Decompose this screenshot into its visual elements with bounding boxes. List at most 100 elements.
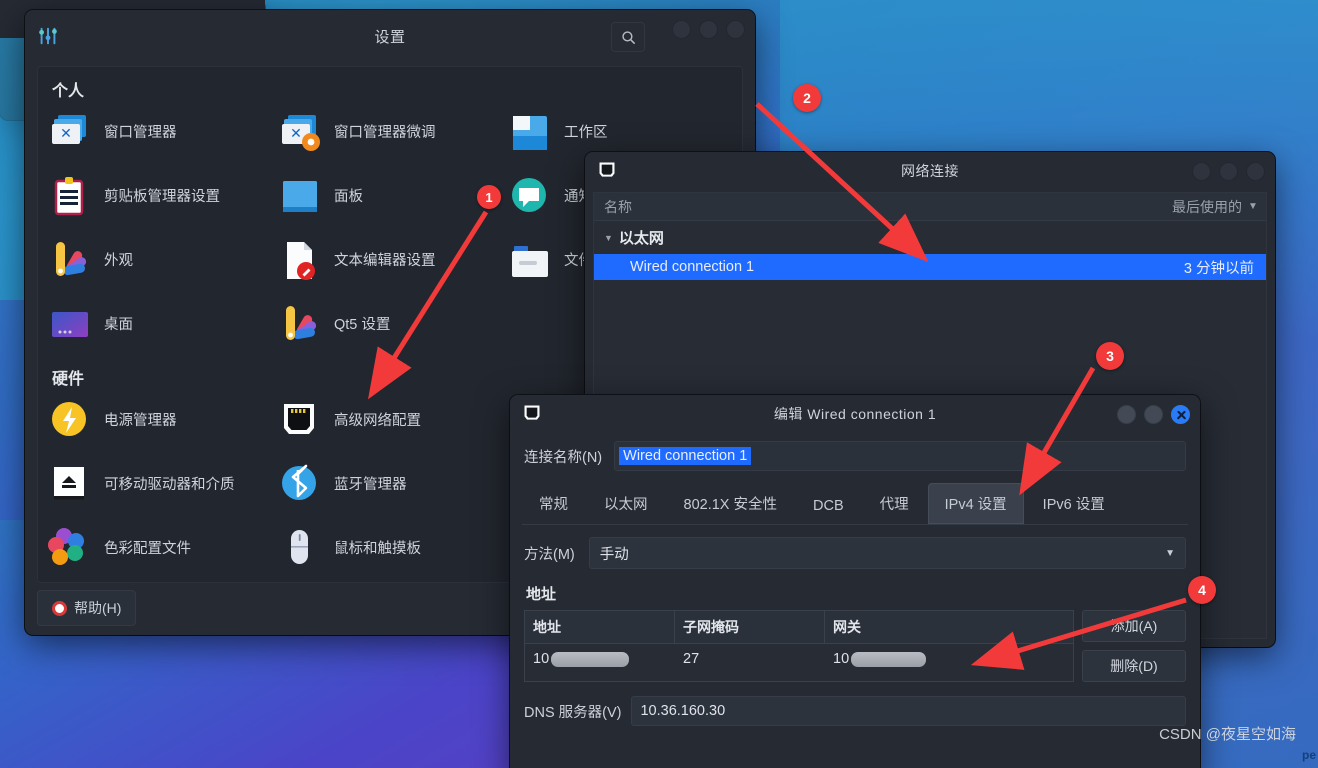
annotation-badge-4: 4 bbox=[1188, 576, 1216, 604]
minimize-icon[interactable] bbox=[1192, 161, 1211, 181]
settings-item-window-manager-tweaks[interactable]: ✕ 窗口管理器微调 bbox=[278, 107, 508, 159]
redaction-bar bbox=[551, 651, 630, 667]
close-icon[interactable] bbox=[1171, 404, 1190, 424]
help-ring-icon bbox=[52, 600, 67, 616]
settings-item-appearance[interactable]: 外观 bbox=[48, 235, 278, 287]
edit-dialog-buttons[interactable] bbox=[1117, 395, 1190, 433]
color-profiles-icon bbox=[48, 526, 94, 572]
group-header-personal: 个人 bbox=[52, 83, 85, 100]
netmask-cell[interactable]: 27 bbox=[675, 651, 825, 667]
addresses-table-header: 地址 子网掩码 网关 bbox=[525, 611, 1073, 644]
gateway-cell[interactable]: 10 bbox=[825, 651, 1073, 667]
chevron-down-icon[interactable]: ▼ bbox=[1248, 201, 1266, 212]
method-value: 手动 bbox=[599, 546, 629, 563]
settings-item-label: 窗口管理器微调 bbox=[334, 124, 436, 141]
close-icon[interactable] bbox=[1246, 161, 1265, 181]
svg-text:✕: ✕ bbox=[290, 125, 302, 141]
tab-general[interactable]: 常规 bbox=[522, 483, 585, 524]
settings-item-text-editor[interactable]: 文本编辑器设置 bbox=[278, 235, 508, 287]
address-buttons: 添加(A) 删除(D) bbox=[1082, 610, 1186, 682]
edit-dialog-tabs: 常规 以太网 802.1X 安全性 DCB 代理 IPv4 设置 IPv6 设置 bbox=[522, 483, 1188, 525]
network-window-buttons[interactable] bbox=[1192, 152, 1265, 190]
tab-ethernet[interactable]: 以太网 bbox=[587, 483, 665, 524]
settings-item-mouse-touchpad[interactable]: 鼠标和触摸板 bbox=[278, 523, 508, 575]
network-titlebar[interactable]: 网络连接 bbox=[585, 152, 1275, 190]
settings-item-label: 鼠标和触摸板 bbox=[334, 540, 421, 557]
search-icon[interactable] bbox=[611, 22, 645, 52]
caret-down-icon: ▼ bbox=[1165, 547, 1175, 559]
tab-proxy[interactable]: 代理 bbox=[863, 483, 926, 524]
settings-item-removable-media[interactable]: 可移动驱动器和介质 bbox=[48, 459, 278, 511]
help-button[interactable]: 帮助(H) bbox=[37, 590, 137, 626]
edit-dialog-titlebar[interactable]: 编辑 Wired connection 1 bbox=[510, 395, 1200, 433]
settings-window-buttons[interactable] bbox=[672, 10, 745, 48]
connection-group-ethernet[interactable]: ▼ 以太网 bbox=[594, 221, 1266, 254]
settings-item-clipboard[interactable]: 剪贴板管理器设置 bbox=[48, 171, 278, 223]
settings-item-qt5-settings[interactable]: Qt5 设置 bbox=[278, 299, 508, 351]
addresses-table[interactable]: 地址 子网掩码 网关 10 27 10 bbox=[524, 610, 1074, 682]
column-header-name[interactable]: 名称 bbox=[594, 197, 1128, 217]
dns-input[interactable]: 10.36.160.30 bbox=[631, 696, 1186, 726]
connection-name: Wired connection 1 bbox=[630, 259, 755, 275]
settings-item-label: 工作区 bbox=[564, 124, 608, 141]
tab-ipv6-settings[interactable]: IPv6 设置 bbox=[1026, 483, 1122, 524]
removable-media-icon bbox=[48, 462, 94, 508]
addresses-section-title: 地址 bbox=[526, 586, 557, 603]
connection-last-used: 3 分钟以前 bbox=[1183, 260, 1254, 277]
minimize-icon[interactable] bbox=[672, 19, 691, 39]
maximize-icon[interactable] bbox=[699, 19, 718, 39]
settings-item-power-manager[interactable]: 电源管理器 bbox=[48, 395, 278, 447]
add-address-button[interactable]: 添加(A) bbox=[1082, 610, 1186, 642]
network-window-title: 网络连接 bbox=[901, 163, 959, 179]
method-select[interactable]: 手动 ▼ bbox=[588, 537, 1186, 569]
connection-group-label: 以太网 bbox=[618, 230, 664, 247]
method-label: 方法(M) bbox=[524, 546, 575, 563]
settings-title: 设置 bbox=[374, 28, 406, 46]
edit-connection-dialog[interactable]: 编辑 Wired connection 1 连接名称(N) Wired conn… bbox=[510, 395, 1200, 768]
workspaces-icon bbox=[508, 110, 554, 156]
settings-item-panel[interactable]: 面板 bbox=[278, 171, 508, 223]
column-header-last-used[interactable]: 最后使用的 bbox=[1128, 197, 1248, 217]
settings-item-label: 可移动驱动器和介质 bbox=[104, 476, 235, 493]
annotation-badge-1: 1 bbox=[477, 185, 501, 209]
settings-item-desktop[interactable]: 桌面 bbox=[48, 299, 278, 351]
ipv4-settings-pane: 方法(M) 手动 ▼ 地址 地址 子网掩码 网关 10 27 10 添加(A) … bbox=[510, 525, 1200, 726]
connection-name-row: 连接名称(N) Wired connection 1 bbox=[510, 433, 1200, 471]
triangle-down-icon[interactable]: ▼ bbox=[604, 233, 613, 243]
advanced-network-icon bbox=[278, 398, 324, 444]
mouse-touchpad-icon bbox=[278, 526, 324, 572]
delete-address-button[interactable]: 删除(D) bbox=[1082, 650, 1186, 682]
settings-item-label: 外观 bbox=[104, 252, 133, 269]
file-manager-icon bbox=[508, 238, 554, 284]
address-row[interactable]: 10 27 10 bbox=[525, 644, 1073, 674]
tab-8021x-security[interactable]: 802.1X 安全性 bbox=[667, 483, 795, 524]
settings-item-label: 剪贴板管理器设置 bbox=[104, 188, 220, 205]
edit-dialog-title: 编辑 Wired connection 1 bbox=[773, 406, 937, 422]
settings-item-bluetooth-manager[interactable]: 蓝牙管理器 bbox=[278, 459, 508, 511]
addresses-area: 地址 子网掩码 网关 10 27 10 添加(A) 删除(D) bbox=[524, 610, 1186, 682]
tab-ipv4-settings[interactable]: IPv4 设置 bbox=[927, 483, 1024, 524]
maximize-icon[interactable] bbox=[1219, 161, 1238, 181]
address-value: 10 bbox=[533, 651, 550, 667]
watermark-corner: pe bbox=[1301, 748, 1316, 762]
connection-name-input[interactable]: Wired connection 1 bbox=[614, 441, 1186, 471]
bluetooth-manager-icon bbox=[278, 462, 324, 508]
tab-dcb[interactable]: DCB bbox=[796, 488, 861, 524]
settings-item-label: 文本编辑器设置 bbox=[334, 252, 436, 269]
connection-row-wired-1[interactable]: Wired connection 1 3 分钟以前 bbox=[594, 254, 1266, 280]
watermark: CSDN @夜星空如海 bbox=[1159, 726, 1296, 743]
settings-titlebar[interactable]: 设置 bbox=[25, 10, 755, 62]
power-manager-icon bbox=[48, 398, 94, 444]
minimize-icon[interactable] bbox=[1117, 404, 1136, 424]
connections-list-header: 名称 最后使用的 ▼ bbox=[594, 193, 1266, 221]
maximize-icon[interactable] bbox=[1144, 404, 1163, 424]
settings-item-label: 电源管理器 bbox=[104, 412, 177, 429]
help-button-label: 帮助(H) bbox=[74, 600, 122, 616]
settings-item-label: 蓝牙管理器 bbox=[334, 476, 407, 493]
settings-item-label: 窗口管理器 bbox=[104, 124, 177, 141]
settings-item-window-manager[interactable]: ✕ 窗口管理器 bbox=[48, 107, 278, 159]
address-cell[interactable]: 10 bbox=[525, 651, 675, 667]
settings-item-advanced-network[interactable]: 高级网络配置 bbox=[278, 395, 508, 447]
settings-item-color-profiles[interactable]: 色彩配置文件 bbox=[48, 523, 278, 575]
close-icon[interactable] bbox=[726, 19, 745, 39]
